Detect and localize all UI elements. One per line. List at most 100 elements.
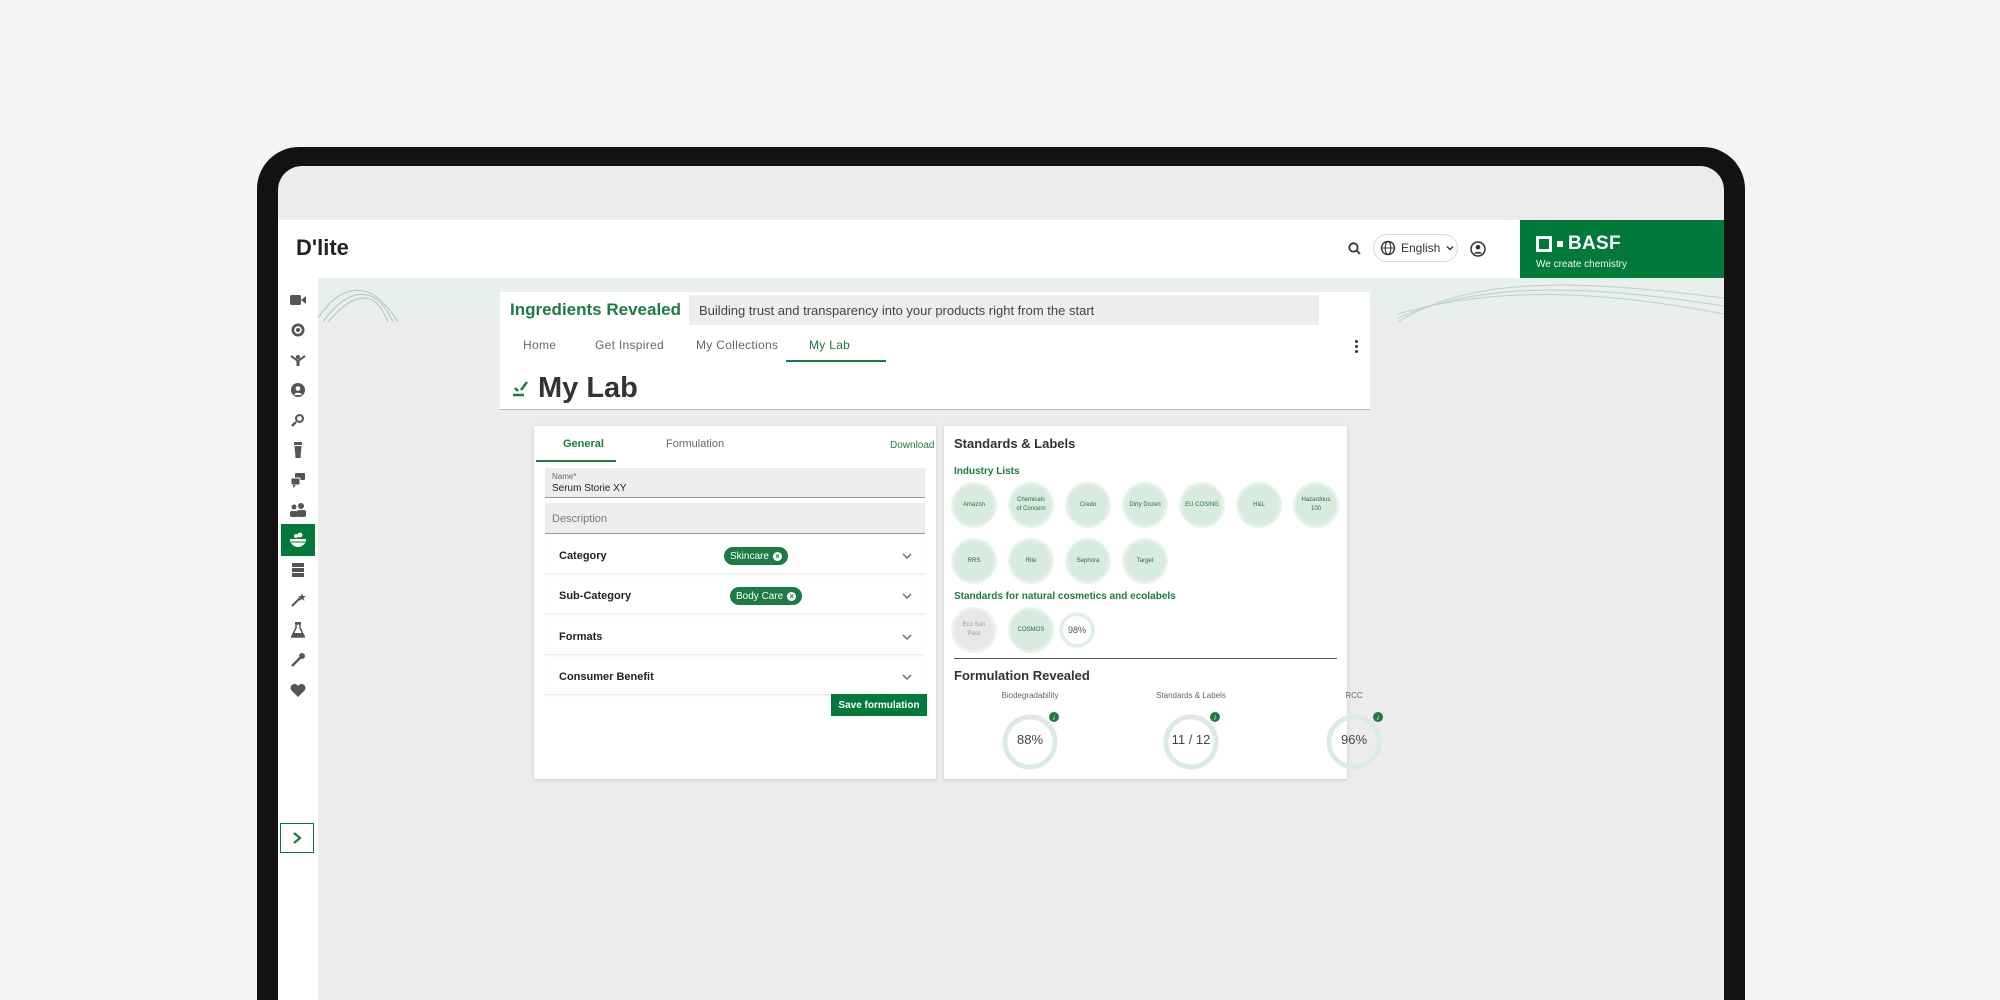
database-icon xyxy=(292,563,304,577)
sidebar-expand-button[interactable] xyxy=(280,823,314,853)
sidebar-item-bottle[interactable] xyxy=(281,434,315,466)
ingredients-revealed-banner: Ingredients Revealed Building trust and … xyxy=(500,292,1370,328)
tab-formulation[interactable]: Formulation xyxy=(666,438,724,450)
chevron-right-icon xyxy=(293,832,302,844)
name-field-label: Name* xyxy=(552,472,577,481)
cosmos-score-badge: 98% xyxy=(1060,613,1094,647)
chip-remove-icon[interactable]: × xyxy=(787,591,797,601)
badge-amazon[interactable]: Amazon xyxy=(952,483,996,527)
accordion-label: Sub-Category xyxy=(559,590,632,602)
sub-category-chip[interactable]: Body Care × xyxy=(730,587,803,605)
metric-label-rcc: RCC xyxy=(1345,691,1363,700)
face-icon xyxy=(291,383,305,397)
nav-active-indicator xyxy=(786,360,886,362)
pipette-icon xyxy=(291,653,305,667)
tab-general[interactable]: General xyxy=(563,438,604,450)
app-screen: D'lite English BASF We create chemistry … xyxy=(278,166,1724,1000)
badge-hl[interactable]: H&L xyxy=(1237,483,1281,527)
accordion-label: Category xyxy=(559,550,607,562)
magnifier-icon xyxy=(291,414,304,427)
natural-standards-label: Standards for natural cosmetics and ecol… xyxy=(954,591,1176,602)
industry-lists-label: Industry Lists xyxy=(954,466,1020,477)
category-chip[interactable]: Skincare × xyxy=(724,547,788,565)
flask-icon xyxy=(291,622,305,638)
chevron-down-icon xyxy=(902,553,912,559)
badge-target[interactable]: Target xyxy=(1123,539,1167,583)
video-icon xyxy=(290,295,306,305)
badge-dirty-dozen[interactable]: Dirty Dozen xyxy=(1123,483,1167,527)
sidebar-item-database[interactable] xyxy=(281,554,315,586)
name-field[interactable]: Name* Serum Storie XY xyxy=(545,468,925,498)
chevron-down-icon xyxy=(902,634,912,640)
chip-label: Skincare xyxy=(730,550,769,562)
basf-tagline: We create chemistry xyxy=(1536,259,1627,270)
accordion-label: Formats xyxy=(559,631,603,643)
banner-subtitle: Building trust and transparency into you… xyxy=(689,295,1320,325)
nav-tab-my-lab[interactable]: My Lab xyxy=(809,338,850,352)
sparkle-icon xyxy=(513,381,528,397)
badge-eco-sun-pass[interactable]: Eco Sun Pass xyxy=(952,608,996,652)
formulation-revealed-title: Formulation Revealed xyxy=(954,668,1090,683)
accordion-sub-category[interactable]: Sub-Category Body Care × xyxy=(545,578,925,614)
basf-logo-panel[interactable]: BASF We create chemistry xyxy=(1520,220,1724,278)
accordion-consumer-benefit[interactable]: Consumer Benefit xyxy=(545,659,925,695)
accordion-label: Consumer Benefit xyxy=(559,671,654,683)
info-icon-glyph: i xyxy=(1053,714,1055,722)
download-link[interactable]: Download xyxy=(890,440,934,451)
name-field-value: Serum Storie XY xyxy=(552,483,627,494)
sidebar-item-flask[interactable] xyxy=(281,614,315,646)
chat-icon xyxy=(290,473,305,488)
sidebar-item-pipette[interactable] xyxy=(281,644,315,676)
badge-eu-cosing[interactable]: EU COSING xyxy=(1180,483,1224,527)
metric-label-standards: Standards & Labels xyxy=(1156,691,1226,700)
banner-title: Ingredients Revealed xyxy=(510,300,682,319)
chevron-down-icon xyxy=(1446,246,1454,251)
chevron-down-icon xyxy=(902,674,912,680)
app-brand[interactable]: D'lite xyxy=(296,235,349,261)
nav-tab-get-inspired[interactable]: Get Inspired xyxy=(595,338,664,352)
target-icon xyxy=(291,323,305,337)
sidebar-item-chat[interactable] xyxy=(281,464,315,496)
badge-hazardous-100[interactable]: Hazardous 100 xyxy=(1294,483,1338,527)
save-formulation-button[interactable]: Save formulation xyxy=(831,694,927,716)
metric-value-standards: 11 / 12 xyxy=(1171,732,1211,747)
chip-remove-icon[interactable]: × xyxy=(772,551,782,561)
search-icon[interactable] xyxy=(1346,240,1364,258)
standards-card: Standards & Labels Industry Lists Amazon… xyxy=(944,426,1383,779)
sidebar-item-figure[interactable] xyxy=(281,344,315,376)
nav-tab-my-collections[interactable]: My Collections xyxy=(696,338,778,352)
tab-active-indicator xyxy=(536,460,616,462)
globe-icon xyxy=(1380,240,1396,256)
badge-sephora[interactable]: Sephora xyxy=(1066,539,1110,583)
badge-chemicals-of-concern[interactable]: Chemicals of Concern xyxy=(1009,483,1053,527)
more-options-icon[interactable] xyxy=(1350,336,1362,356)
badge-rite[interactable]: Rite xyxy=(1009,539,1053,583)
main-nav: Home Get Inspired My Collections My Lab xyxy=(500,328,1370,364)
language-selector[interactable]: English xyxy=(1373,234,1458,262)
accordion-category[interactable]: Category Skincare × xyxy=(545,538,925,574)
sidebar-item-search[interactable] xyxy=(281,404,315,436)
sidebar-item-face[interactable] xyxy=(281,374,315,406)
language-label: English xyxy=(1401,241,1441,255)
heart-icon xyxy=(290,684,306,697)
nav-tab-home[interactable]: Home xyxy=(523,338,556,352)
info-icon-glyph: i xyxy=(1377,714,1379,722)
badge-cosmos[interactable]: COSMOS xyxy=(1009,608,1053,652)
badge-credo[interactable]: Credo xyxy=(1066,483,1110,527)
page-title: My Lab xyxy=(538,372,638,404)
sidebar-item-group[interactable] xyxy=(281,494,315,526)
badge-rrs[interactable]: RRS xyxy=(952,539,996,583)
sidebar-item-my-lab[interactable] xyxy=(281,524,315,556)
description-field[interactable]: Description xyxy=(545,503,925,534)
chevron-down-icon xyxy=(902,593,912,599)
sidebar-item-video[interactable] xyxy=(281,284,315,316)
section-divider xyxy=(954,658,1337,659)
sidebar-item-favorites[interactable] xyxy=(281,674,315,706)
accordion-formats[interactable]: Formats xyxy=(545,619,925,655)
wand-icon xyxy=(291,593,306,607)
metric-value-biodegradability: 88% xyxy=(1016,732,1044,747)
sidebar-item-target[interactable] xyxy=(281,314,315,346)
sidebar-item-wand[interactable] xyxy=(281,584,315,616)
figure-icon xyxy=(290,355,306,366)
user-account-icon[interactable] xyxy=(1469,240,1487,258)
